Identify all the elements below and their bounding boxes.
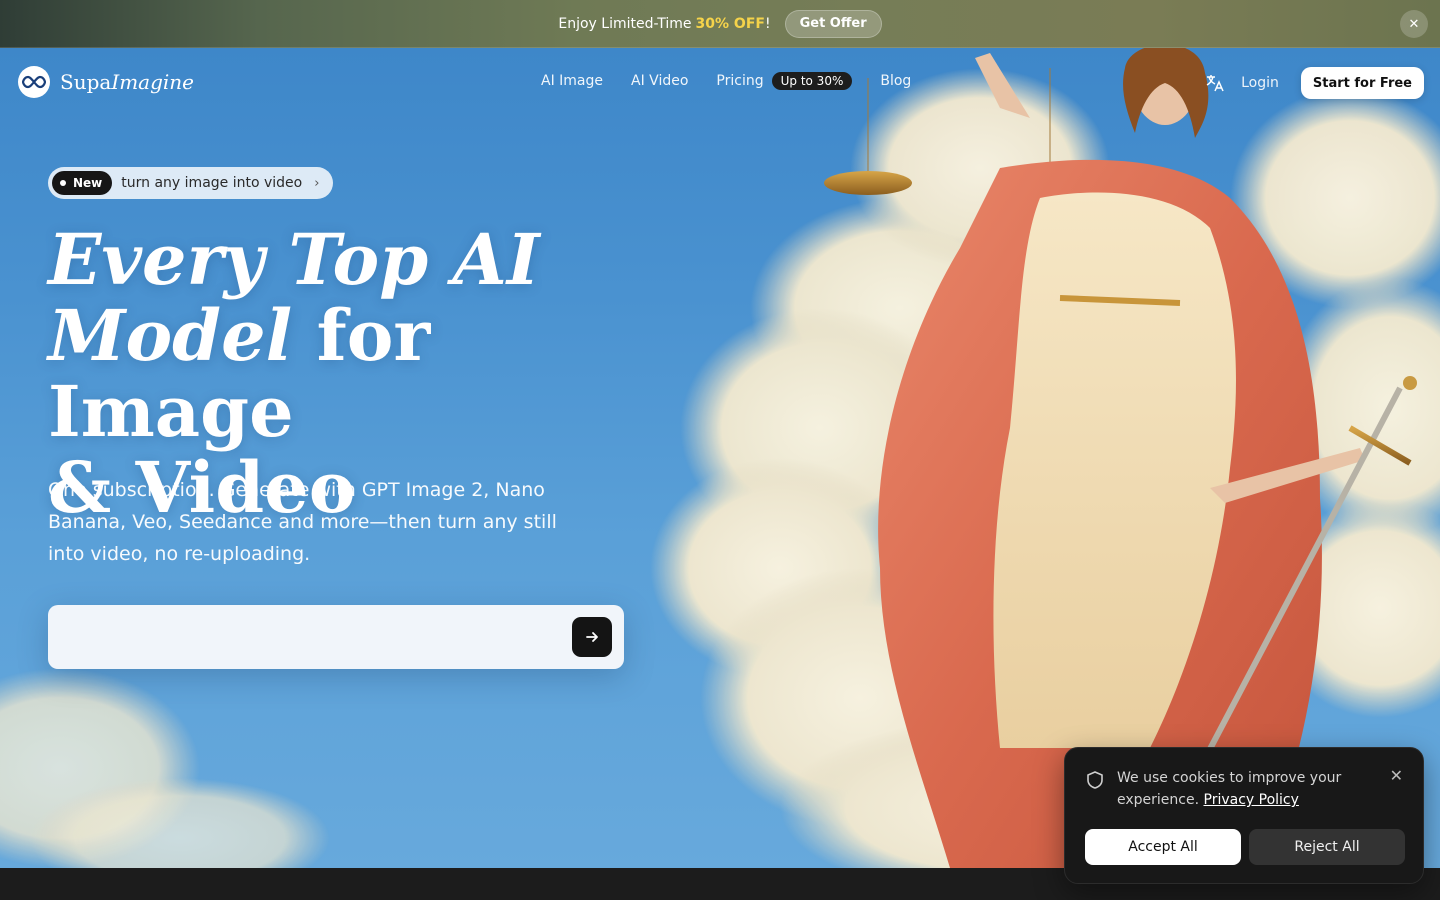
main-nav: AI Image AI Video Pricing Up to 30% Blog	[541, 72, 939, 90]
headline-line-1: Every Top AI	[48, 218, 540, 301]
announcement-text: turn any image into video	[121, 175, 303, 191]
promo-text: Enjoy Limited-Time 30% OFF!	[558, 16, 770, 32]
prompt-box	[48, 605, 624, 669]
cookie-message: We use cookies to improve your experienc…	[1117, 767, 1367, 811]
logo-icon	[18, 66, 50, 98]
reject-all-button[interactable]: Reject All	[1249, 829, 1405, 865]
promo-close-button[interactable]: ✕	[1400, 10, 1428, 38]
header-actions: Login Start for Free	[1205, 67, 1424, 99]
promo-discount: 30% OFF	[695, 15, 765, 32]
get-offer-button[interactable]: Get Offer	[784, 9, 882, 38]
cookie-consent-dialog: We use cookies to improve your experienc…	[1064, 747, 1424, 884]
login-link[interactable]: Login	[1241, 75, 1279, 91]
cookie-close-button[interactable]: ✕	[1390, 766, 1403, 785]
hero-subtext: One subscription. Generate with GPT Imag…	[48, 479, 557, 565]
nav-pricing-label: Pricing	[716, 73, 764, 89]
arrow-right-icon	[586, 632, 598, 642]
promo-bar: Enjoy Limited-Time 30% OFF! Get Offer ✕	[0, 0, 1440, 48]
nav-ai-image[interactable]: AI Image	[541, 73, 603, 89]
brand-name-italic: Imagine	[111, 70, 195, 94]
dot-icon	[60, 180, 66, 186]
close-icon: ✕	[1389, 766, 1403, 785]
nav-pricing[interactable]: Pricing Up to 30%	[716, 72, 853, 90]
headline-line-2-italic: Model	[48, 294, 293, 377]
nav-ai-video[interactable]: AI Video	[631, 73, 688, 89]
nav-blog[interactable]: Blog	[880, 73, 911, 89]
brand-logo[interactable]: SupaImagine	[18, 66, 194, 98]
close-icon: ✕	[1408, 16, 1420, 32]
accept-all-button[interactable]: Accept All	[1085, 829, 1241, 865]
brand-name: SupaImagine	[60, 70, 194, 94]
privacy-policy-link[interactable]: Privacy Policy	[1204, 792, 1299, 808]
promo-message: Enjoy Limited-Time	[558, 15, 692, 32]
brand-name-plain: Supa	[60, 70, 112, 94]
shield-icon	[1087, 771, 1103, 789]
new-badge: New	[52, 171, 113, 195]
promo-suffix: !	[764, 15, 771, 32]
translate-icon[interactable]	[1205, 73, 1225, 93]
submit-prompt-button[interactable]	[572, 617, 612, 657]
new-badge-label: New	[73, 176, 103, 190]
pricing-badge: Up to 30%	[771, 72, 853, 90]
site-header: SupaImagine AI Image AI Video Pricing Up…	[0, 48, 1440, 118]
announcement-pill[interactable]: New turn any image into video ›	[48, 167, 334, 199]
prompt-input[interactable]	[66, 621, 556, 653]
chevron-right-icon: ›	[314, 175, 320, 191]
start-for-free-button[interactable]: Start for Free	[1300, 67, 1424, 99]
